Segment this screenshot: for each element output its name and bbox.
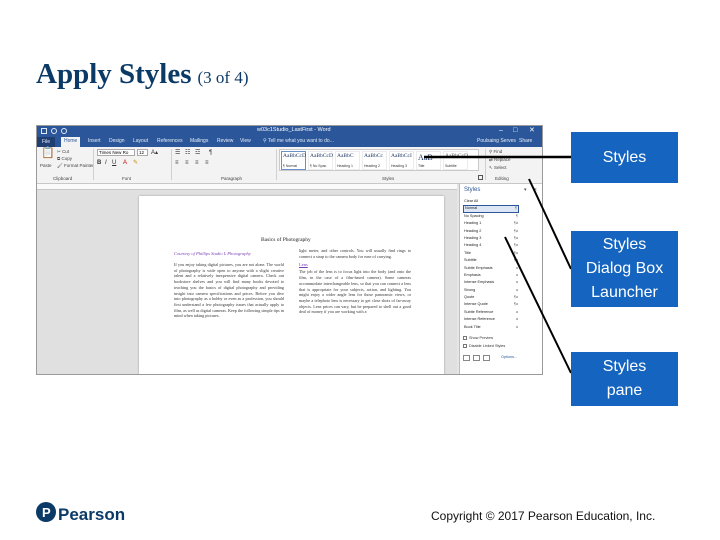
callout-line: Styles	[602, 358, 647, 375]
callout-line: pane	[606, 382, 643, 399]
pointer-pane	[504, 236, 572, 374]
callout-styles-dialog-launcher: Styles Dialog Box Launcher	[571, 231, 678, 307]
pearson-logo-icon: P	[36, 502, 56, 522]
pearson-logo-text: Pearson	[58, 505, 126, 524]
callout-line: Dialog Box	[585, 260, 664, 277]
svg-text:P: P	[42, 505, 51, 520]
callout-styles: Styles	[571, 132, 678, 183]
pointer-launcher	[528, 178, 572, 270]
callout-line: Styles	[602, 236, 647, 253]
callout-styles-pane: Styles pane	[571, 352, 678, 406]
callout-line: Launcher	[591, 284, 658, 301]
callout-line: Styles	[602, 148, 647, 166]
copyright: Copyright © 2017 Pearson Education, Inc.	[431, 509, 656, 523]
